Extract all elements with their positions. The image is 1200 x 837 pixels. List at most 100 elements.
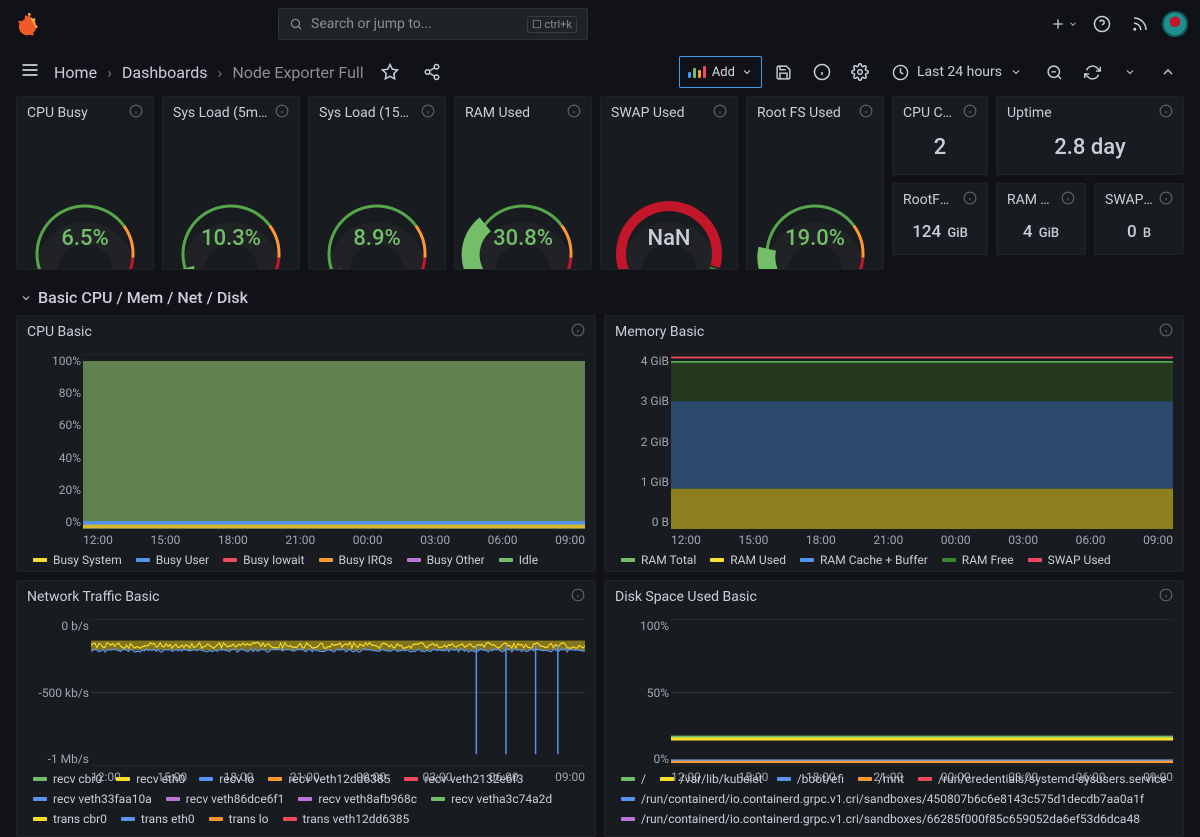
legend-item[interactable]: /mnt [858,772,904,786]
legend-item[interactable]: trans lo [209,812,269,826]
gauge-panel[interactable]: RAM Used30.8% [454,96,592,270]
legend-item[interactable]: Busy User [136,553,209,567]
legend-item[interactable]: Idle [499,553,538,567]
chart-area[interactable] [91,619,585,766]
panel-header: SWAP Used [601,97,737,129]
legend-item[interactable]: recv veth33faa10a [33,792,152,806]
legend-item[interactable]: recv veth2132e6f3 [404,772,523,786]
gauge-panel[interactable]: Root FS Used19.0% [746,96,884,270]
legend-item[interactable]: /var/lib/kubelet [660,772,763,786]
legend-item[interactable]: /run/containerd/io.containerd.grpc.v1.cr… [621,812,1140,826]
x-axis: 12:0015:0018:0021:0000:0003:0006:0009:00 [83,533,585,547]
help-button[interactable] [1086,8,1118,40]
x-axis: 12:0015:0018:0021:0000:0003:0006:0009:00 [671,533,1173,547]
row-header[interactable]: Basic CPU / Mem / Net / Disk [16,278,1184,315]
crumb-current: Node Exporter Full [232,63,363,82]
legend-item[interactable]: recv vetha3c74a2d [431,792,552,806]
share-button[interactable] [416,56,448,88]
legend-item[interactable]: RAM Cache + Buffer [800,553,928,567]
legend-label: Busy IRQs [339,553,393,567]
legend-item[interactable]: recv lo [199,772,254,786]
legend-item[interactable]: recv cbr0 [33,772,102,786]
chart-area[interactable] [671,619,1173,766]
legend-item[interactable]: Busy Iowait [223,553,304,567]
search-icon [289,17,303,31]
legend-item[interactable]: recv veth86dce6f1 [166,792,285,806]
breadcrumb: Home › Dashboards › Node Exporter Full [54,63,364,82]
legend-item[interactable]: trans veth12dd6385 [283,812,410,826]
graph-panel[interactable]: Memory Basic 4 GiB3 GiB2 GiB1 GiB0 B 12:… [604,315,1184,572]
menu-toggle-button[interactable] [20,60,44,84]
graph-panel[interactable]: Disk Space Used Basic 100%50%0% 12:0015:… [604,580,1184,837]
gauge-value: 6.5% [61,226,108,251]
info-icon [1159,323,1173,341]
kiosk-button[interactable] [1152,56,1184,88]
add-panel-button[interactable]: Add [679,56,762,88]
refresh-button[interactable] [1076,56,1108,88]
crumb-dash[interactable]: Dashboards [122,63,208,82]
legend-item[interactable]: Busy IRQs [319,553,393,567]
stat-panel[interactable]: CPU Cores2 [892,96,988,175]
graph-panel[interactable]: Network Traffic Basic 0 b/s-500 kb/s-1 M… [16,580,596,837]
chevron-down-icon [1010,66,1022,78]
panel-title: RAM Total [1007,192,1055,208]
panel-title: Sys Load (5m avg) [173,105,269,121]
add-menu-button[interactable] [1048,8,1080,40]
legend-item[interactable]: RAM Total [621,553,696,567]
gauge-panel[interactable]: Sys Load (15m avg)8.9% [308,96,446,270]
legend-item[interactable]: /run/containerd/io.containerd.grpc.v1.cr… [621,792,1144,806]
row-title: Basic CPU / Mem / Net / Disk [38,288,248,307]
panel-header: Sys Load (5m avg) [163,97,299,129]
legend-item[interactable]: / [621,772,646,786]
grafana-logo[interactable] [12,8,44,40]
avatar[interactable] [1162,11,1188,37]
info-icon [567,104,581,122]
crumb-home[interactable]: Home [54,63,97,82]
search-input[interactable]: Search or jump to... ctrl+k [278,8,588,40]
graph-panel[interactable]: CPU Basic 100%80%60%40%20%0% 12:0015:001… [16,315,596,572]
legend-label: Busy User [156,553,209,567]
gauge: 6.5% [17,129,153,269]
info-icon [859,104,873,122]
gauge-value: 8.9% [353,226,400,251]
stat-panel[interactable]: Uptime2.8 day [996,96,1184,175]
legend-item[interactable]: recv eth0 [116,772,185,786]
legend-item[interactable]: Busy System [33,553,122,567]
legend-item[interactable]: trans eth0 [121,812,195,826]
legend-item[interactable]: SWAP Used [1028,553,1111,567]
refresh-interval-button[interactable] [1114,56,1146,88]
legend-item[interactable]: RAM Free [942,553,1014,567]
legend-item[interactable]: Busy Other [407,553,485,567]
clock-icon [892,64,909,81]
legend-label: / [641,772,646,786]
legend-label: /run/containerd/io.containerd.grpc.v1.cr… [641,812,1140,826]
dashboard-info-button[interactable] [806,56,838,88]
stat-value: 124 GiB [893,216,987,254]
legend-item[interactable]: /run/credentials/systemd-sysusers.servic… [918,772,1167,786]
stat-panel[interactable]: SWAP Total0 B [1094,183,1184,255]
stat-panel[interactable]: RootFS Total124 GiB [892,183,988,255]
chart-area[interactable] [671,354,1173,529]
legend-label: recv eth0 [136,772,185,786]
gauge-panel[interactable]: Sys Load (5m avg)10.3% [162,96,300,270]
chart-area[interactable] [83,354,585,529]
legend-label: /var/lib/kubelet [680,772,763,786]
gauge-panel[interactable]: SWAP UsedNaN [600,96,738,270]
star-button[interactable] [374,56,406,88]
gauge-value: 30.8% [493,226,553,251]
info-icon [129,104,143,122]
save-button[interactable] [768,56,800,88]
news-button[interactable] [1124,8,1156,40]
gauge-panel[interactable]: CPU Busy 6.5% [16,96,154,270]
legend-item[interactable]: /boot/efi [777,772,844,786]
legend-item[interactable]: recv veth8afb968c [298,792,417,806]
legend-item[interactable]: RAM Used [710,553,786,567]
legend-item[interactable]: recv veth12dd6385 [268,772,390,786]
zoom-out-button[interactable] [1038,56,1070,88]
time-range-button[interactable]: Last 24 hours [882,56,1032,88]
panel-header: CPU Busy [17,97,153,129]
legend-item[interactable]: trans cbr0 [33,812,107,826]
stat-panel[interactable]: RAM Total4 GiB [996,183,1086,255]
gauge-value: 19.0% [785,226,845,251]
settings-button[interactable] [844,56,876,88]
